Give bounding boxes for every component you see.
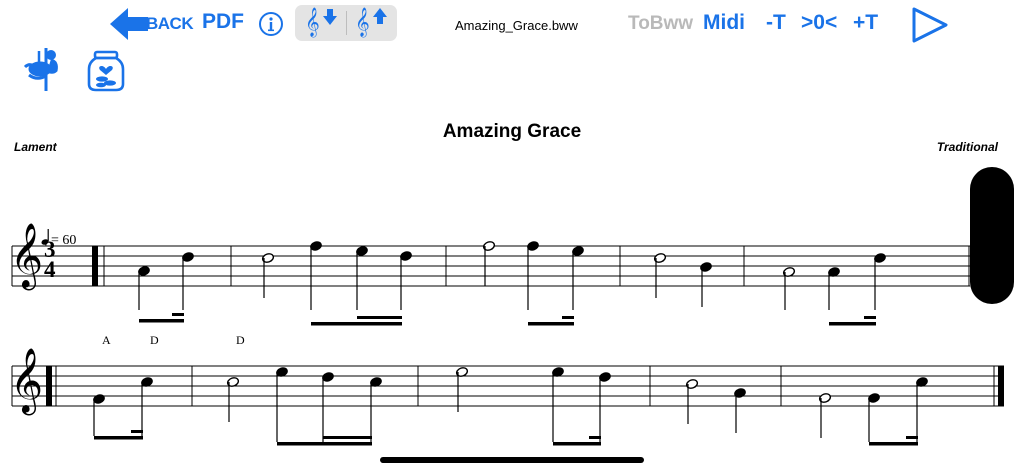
clef-divider xyxy=(346,11,347,35)
chord-symbol: D xyxy=(150,333,159,347)
play-button[interactable] xyxy=(910,6,950,49)
clef-up-button[interactable]: 𝄞 xyxy=(355,7,391,39)
tip-jar-icon xyxy=(87,50,125,92)
pdf-button[interactable]: PDF xyxy=(202,10,244,34)
tempo-reset-button[interactable]: >0< xyxy=(801,11,837,35)
info-circle-icon xyxy=(259,12,283,36)
tune-title: Amazing Grace xyxy=(442,121,582,142)
staff-1 xyxy=(0,230,1024,310)
tune-composer: Traditional xyxy=(936,140,998,154)
transpose-clef-group: 𝄞 𝄞 xyxy=(295,5,397,41)
treble-clef-icon: 𝄞 xyxy=(10,223,44,288)
time-signature: 3 4 xyxy=(44,238,56,282)
tempo-decrease-button[interactable]: -T xyxy=(766,11,786,35)
time-sig-bottom: 4 xyxy=(44,257,56,282)
back-label: BACK xyxy=(146,14,194,33)
tobww-button[interactable]: ToBww xyxy=(628,13,693,35)
back-arrow-icon xyxy=(110,8,148,40)
chord-symbol: A xyxy=(102,333,111,347)
play-icon xyxy=(912,7,948,43)
back-button[interactable]: BACK xyxy=(108,6,194,42)
treble-clef-icon: 𝄞 xyxy=(10,348,44,413)
tune-style: Lament xyxy=(14,140,57,154)
home-indicator[interactable] xyxy=(380,457,644,463)
tip-jar-button[interactable] xyxy=(86,50,126,97)
chord-symbol: D xyxy=(236,333,245,347)
treble-clef-down-icon: 𝄞 xyxy=(305,7,320,36)
clef-down-button[interactable]: 𝄞 xyxy=(305,7,341,39)
midi-button[interactable]: Midi xyxy=(703,11,745,35)
tempo-increase-button[interactable]: +T xyxy=(853,11,878,35)
scroll-handle[interactable] xyxy=(970,167,1014,304)
arrow-up-icon xyxy=(373,8,387,24)
bagpiper-icon xyxy=(23,48,58,91)
staff-2 xyxy=(11,365,1004,446)
file-name: Amazing_Grace.bww xyxy=(455,18,578,33)
arrow-down-icon xyxy=(323,9,337,25)
treble-clef-up-icon: 𝄞 xyxy=(355,7,370,36)
staff-1-beams xyxy=(139,313,876,326)
bagpiper-button[interactable] xyxy=(19,45,63,98)
info-button[interactable] xyxy=(258,11,284,42)
